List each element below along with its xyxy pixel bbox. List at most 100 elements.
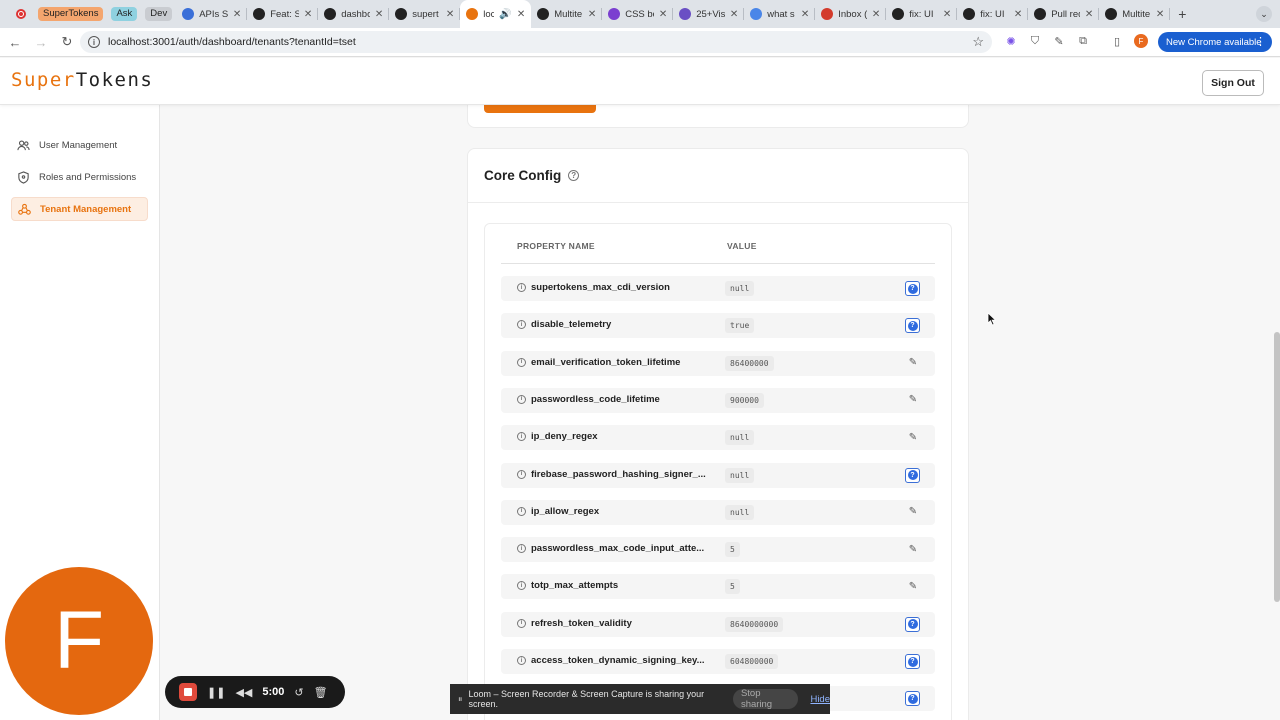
property-name: email_verification_token_lifetime — [531, 356, 681, 368]
tab-title: dashbo — [341, 8, 370, 20]
help-question-icon[interactable]: ? — [568, 170, 580, 181]
tab-close-icon[interactable]: ✕ — [1085, 9, 1093, 20]
sign-out-button[interactable]: Sign Out — [1202, 70, 1264, 96]
browser-tab[interactable]: Pull req ✕ — [1028, 0, 1100, 28]
edit-pencil-icon[interactable]: ✎ — [906, 356, 920, 370]
edit-pencil-icon[interactable]: ✎ — [906, 430, 920, 444]
browser-tab[interactable]: Feat: S ✕ — [247, 0, 319, 28]
new-chrome-available-button[interactable]: New Chrome available ⋮ — [1158, 32, 1272, 52]
reload-icon[interactable]: ↻ — [56, 34, 78, 50]
sidebar-item-tenant-management[interactable]: Tenant Management — [11, 197, 148, 221]
browser-tab[interactable]: 25+Vis ✕ — [673, 0, 745, 28]
tab-group-dev[interactable]: Dev — [145, 7, 173, 21]
property-value: null — [725, 430, 755, 446]
page-scrollbar[interactable] — [1274, 332, 1280, 602]
tab-close-icon[interactable]: ✕ — [659, 9, 667, 20]
property-info-icon[interactable]: i — [517, 506, 526, 516]
profile-avatar[interactable]: F — [1134, 34, 1148, 48]
loom-camera-avatar[interactable]: F — [5, 567, 153, 715]
hide-link[interactable]: Hide — [810, 694, 830, 705]
forward-arrow-icon[interactable]: → — [30, 35, 52, 50]
property-info-icon[interactable]: i — [517, 432, 526, 442]
tab-close-icon[interactable]: ✕ — [517, 9, 525, 20]
browser-tab[interactable]: fix: UI ✕ — [957, 0, 1029, 28]
recording-timer: 5:00 — [262, 686, 285, 698]
restart-icon[interactable]: ↺ — [294, 686, 303, 699]
sidebar-item-label: Roles and Permissions — [39, 171, 137, 183]
help-button[interactable]: ? — [905, 654, 920, 669]
help-button[interactable]: ? — [905, 281, 920, 296]
tab-close-icon[interactable]: ✕ — [446, 9, 454, 20]
pause-icon[interactable]: ❚❚ — [207, 686, 225, 699]
browser-tab[interactable]: what s ✕ — [744, 0, 816, 28]
edit-pencil-icon[interactable]: ✎ — [906, 579, 920, 593]
property-info-icon[interactable]: i — [517, 394, 526, 404]
tab-group-ask[interactable]: Ask — [111, 7, 138, 21]
core-config-header: Core Config ? — [468, 149, 968, 203]
browser-tab[interactable]: APIs Sp ✕ — [176, 0, 248, 28]
property-info-icon[interactable]: i — [517, 544, 526, 554]
table-row: i passwordless_code_lifetime 900000 ✎ — [501, 387, 935, 413]
rewind-icon[interactable]: ◀◀ — [235, 686, 252, 699]
browser-tab[interactable]: supert ✕ — [389, 0, 461, 28]
question-icon: ? — [907, 619, 918, 630]
browser-tab[interactable]: dashbo ✕ — [318, 0, 390, 28]
tab-close-icon[interactable]: ✕ — [588, 9, 596, 20]
stop-sharing-button[interactable]: Stop sharing — [732, 688, 799, 710]
speaker-icon[interactable]: 🔊 — [499, 9, 511, 20]
property-value: null — [725, 467, 755, 483]
stop-recording-button[interactable] — [179, 683, 197, 701]
tab-close-icon[interactable]: ✕ — [872, 9, 880, 20]
property-info-icon[interactable]: i — [517, 656, 526, 665]
browser-tab[interactable]: CSS bo ✕ — [602, 0, 674, 28]
browser-tab[interactable]: Multite ✕ — [531, 0, 603, 28]
browser-tab[interactable]: loc 🔊 ✕ — [460, 0, 532, 28]
tab-close-icon[interactable]: ✕ — [1156, 9, 1164, 20]
property-info-icon[interactable]: i — [517, 283, 526, 292]
property-info-icon[interactable]: i — [517, 581, 526, 591]
tab-group-supertokens[interactable]: SuperTokens — [38, 7, 104, 21]
extensions-puzzle-icon[interactable]: ⧉ — [1076, 34, 1090, 48]
tab-close-icon[interactable]: ✕ — [943, 9, 951, 20]
tab-close-icon[interactable]: ✕ — [801, 9, 809, 20]
trash-icon[interactable]: 🗑 — [314, 686, 328, 699]
extension-pen-icon[interactable]: ✎ — [1052, 34, 1066, 48]
help-button[interactable]: ? — [905, 616, 920, 632]
supertokens-logo[interactable]: SuperTokens — [11, 69, 153, 91]
browser-tab[interactable]: Inbox (✕ — [815, 0, 887, 28]
github-icon — [395, 8, 408, 20]
edit-pencil-icon[interactable]: ✎ — [906, 542, 920, 556]
bookmark-star-icon[interactable]: ☆ — [972, 34, 984, 50]
browser-tab[interactable]: fix: UI ✕ — [886, 0, 958, 28]
back-arrow-icon[interactable]: ← — [4, 35, 26, 50]
browser-tab[interactable]: Multite ✕ — [1099, 0, 1171, 28]
help-button[interactable]: ? — [905, 691, 920, 707]
property-info-icon[interactable]: i — [517, 469, 526, 479]
tab-close-icon[interactable]: ✕ — [375, 9, 383, 20]
property-info-icon[interactable]: i — [517, 320, 526, 330]
site-info-icon[interactable]: i — [88, 36, 100, 48]
tab-close-icon[interactable]: ✕ — [304, 9, 312, 20]
sidebar-item-user-management[interactable]: User Management — [11, 133, 148, 157]
extension-loom-icon[interactable]: ✺ — [1004, 34, 1018, 48]
help-button[interactable]: ? — [905, 467, 920, 483]
property-name: ip_deny_regex — [531, 431, 598, 443]
tab-close-icon[interactable]: ✕ — [730, 9, 738, 20]
sidebar-item-roles-and-permissions[interactable]: Roles and Permissions — [11, 165, 148, 189]
side-panel-icon[interactable]: ▯ — [1110, 34, 1124, 48]
tab-close-icon[interactable]: ✕ — [1014, 9, 1022, 20]
property-info-icon[interactable]: i — [517, 357, 526, 367]
tab-title: fix: UI — [909, 8, 934, 20]
property-info-icon[interactable]: i — [517, 618, 526, 628]
extension-shield-icon[interactable]: ⛉ — [1028, 34, 1042, 48]
tab-search-icon[interactable]: ⌄ — [1256, 6, 1272, 22]
more-menu-icon[interactable]: ⋮ — [1255, 35, 1266, 48]
drag-handle-icon[interactable]: ⏸ — [458, 694, 463, 705]
address-bar[interactable]: i localhost:3001/auth/dashboard/tenants?… — [80, 31, 992, 53]
edit-pencil-icon[interactable]: ✎ — [906, 505, 920, 519]
tab-close-icon[interactable]: ✕ — [233, 9, 241, 20]
edit-pencil-icon[interactable]: ✎ — [906, 393, 920, 407]
new-tab-button[interactable]: + — [1178, 6, 1186, 22]
help-button[interactable]: ? — [905, 318, 920, 334]
table-row: i ip_allow_regex null ✎ — [501, 499, 935, 525]
